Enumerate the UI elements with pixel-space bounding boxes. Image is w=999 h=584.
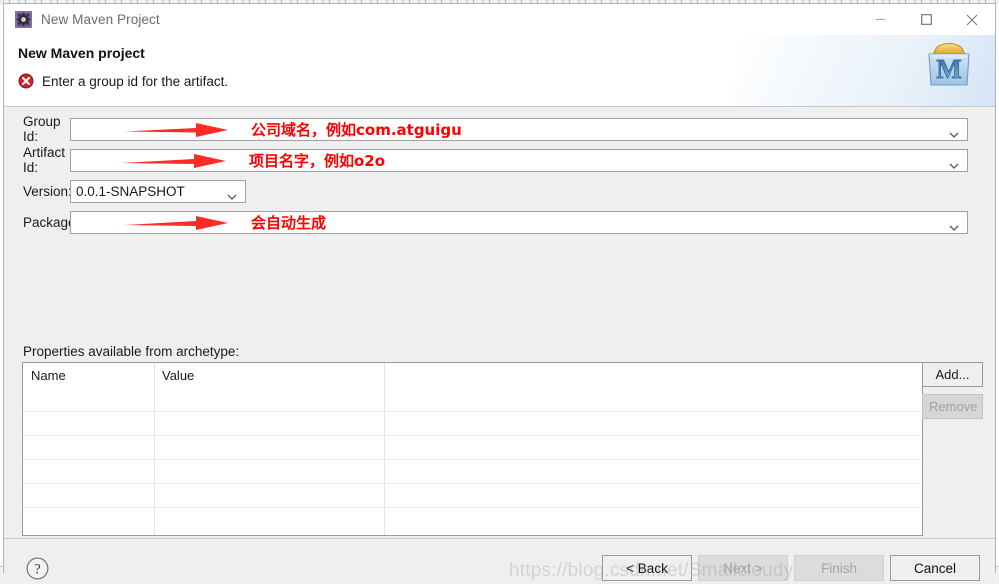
row-divider (23, 483, 922, 484)
maximize-icon[interactable] (903, 4, 949, 35)
field-row-artifact-id: Artifact Id: (4, 145, 968, 175)
chevron-down-icon[interactable] (227, 188, 237, 200)
svg-text:M: M (936, 54, 961, 84)
row-divider (23, 435, 922, 436)
chevron-down-icon[interactable] (949, 219, 959, 231)
footer-button-group: < Back Next > Finish Cancel (602, 555, 980, 581)
next-button[interactable]: Next > (698, 555, 788, 581)
field-row-package: Package: (4, 210, 968, 234)
version-label: Version: (23, 183, 72, 199)
dialog-footer: ? < Back Next > Finish Cancel (4, 538, 995, 584)
add-property-button[interactable]: Add... (922, 362, 983, 387)
package-label: Package: (23, 214, 80, 230)
remove-property-button[interactable]: Remove (922, 394, 983, 419)
close-icon[interactable] (949, 4, 995, 35)
group-id-label: Group Id: (23, 114, 61, 144)
dialog-titlebar[interactable]: New Maven Project (4, 4, 995, 35)
row-divider (23, 411, 922, 412)
row-divider (23, 459, 922, 460)
status-message: Enter a group id for the artifact. (42, 73, 229, 89)
properties-table[interactable]: Name Value (22, 362, 923, 536)
field-row-version: Version: 0.0.1-SNAPSHOT (4, 179, 246, 203)
screen: Design Source (0, 0, 999, 584)
column-header-name[interactable]: Name (31, 368, 66, 383)
properties-table-header: Name Value (23, 363, 922, 390)
dialog-body: Group Id: 公司域名，例如com.atguigu Artifact Id… (4, 107, 995, 561)
field-row-group-id: Group Id: (4, 114, 968, 144)
package-input[interactable] (70, 210, 968, 234)
maven-logo: M (921, 37, 977, 89)
version-value: 0.0.1-SNAPSHOT (76, 183, 185, 199)
column-header-value[interactable]: Value (162, 368, 194, 383)
window-controls (857, 4, 995, 35)
dialog-header: New Maven project Enter a group id for t… (4, 35, 995, 107)
artifact-id-label: Artifact Id: (23, 145, 66, 175)
properties-label: Properties available from archetype: (23, 344, 240, 359)
page-title: New Maven project (18, 45, 145, 61)
back-button[interactable]: < Back (602, 555, 692, 581)
artifact-id-input[interactable] (70, 148, 968, 172)
error-icon (18, 73, 34, 89)
chevron-down-icon[interactable] (949, 126, 959, 138)
chevron-down-icon[interactable] (949, 157, 959, 169)
row-divider (23, 507, 922, 508)
svg-text:?: ? (34, 562, 40, 578)
version-input[interactable]: 0.0.1-SNAPSHOT (70, 179, 246, 203)
group-id-input[interactable] (70, 117, 968, 141)
help-icon[interactable]: ? (26, 557, 49, 580)
cancel-button[interactable]: Cancel (890, 555, 980, 581)
finish-button[interactable]: Finish (794, 555, 884, 581)
new-maven-project-dialog: New Maven Project New Maven project Ente… (3, 3, 996, 584)
minimize-icon[interactable] (857, 4, 903, 35)
maven-gear-icon (15, 11, 32, 28)
dialog-title: New Maven Project (41, 12, 160, 27)
status-message-row: Enter a group id for the artifact. (18, 73, 228, 89)
